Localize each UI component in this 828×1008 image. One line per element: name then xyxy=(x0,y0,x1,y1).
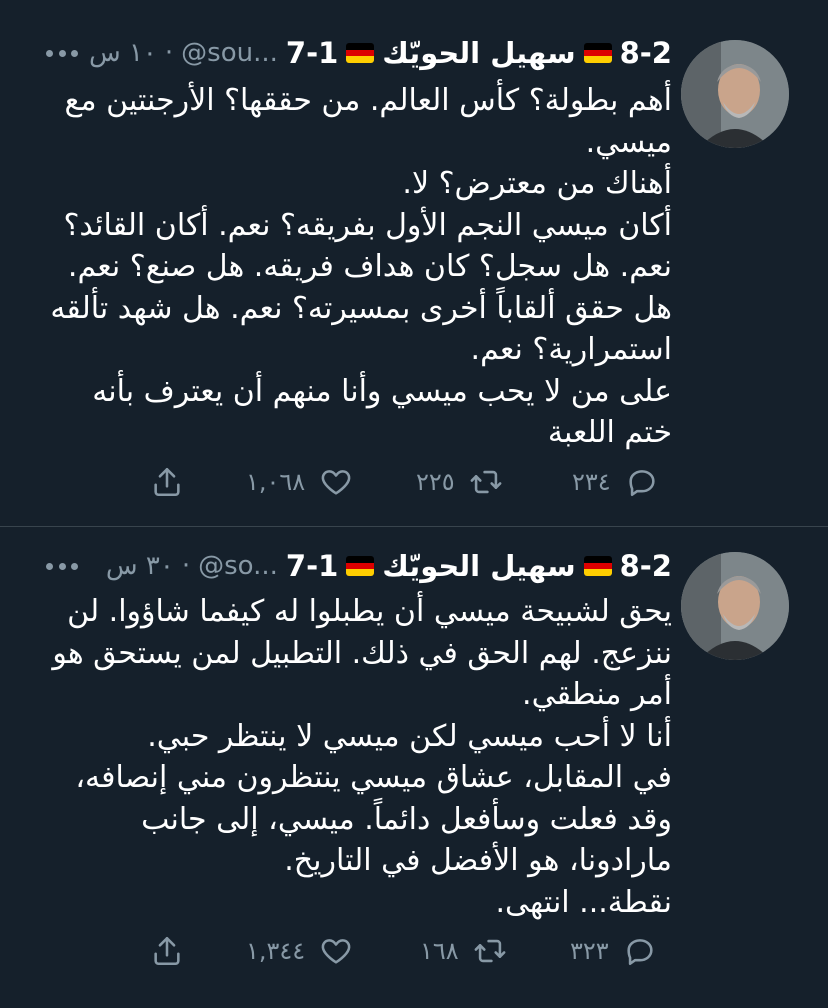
tweet-paragraph: يحق لشبيحة ميسي أن يطبلوا له كيفما شاؤوا… xyxy=(52,594,672,712)
germany-flag-icon xyxy=(346,43,375,63)
tweet-text: يحق لشبيحة ميسي أن يطبلوا له كيفما شاؤوا… xyxy=(42,591,672,923)
like-icon xyxy=(321,470,351,495)
timestamp[interactable]: ٣٠ س xyxy=(106,551,174,581)
reply-icon xyxy=(627,939,653,966)
tweet-actions: ١,٠٦٨ ٢٢٥ ٢٣٤ xyxy=(150,462,665,502)
tweet-paragraph: نقطة... انتهى. xyxy=(495,884,672,920)
reply-count: ٣٢٣ xyxy=(570,937,609,965)
tweet-paragraph: أنا لا أحب ميسي لكن ميسي لا ينتظر حبي. xyxy=(147,718,672,754)
retweet-icon xyxy=(470,470,502,494)
tweet-paragraph: على من لا يحب ميسي وأنا منهم أن يعترف بأ… xyxy=(92,373,672,451)
score-left: 8-2 xyxy=(619,36,672,70)
germany-flag-icon xyxy=(583,43,612,63)
reply-button[interactable]: ٣٢٣ xyxy=(570,931,657,971)
reply-icon xyxy=(629,470,655,497)
share-button[interactable] xyxy=(150,462,184,502)
retweet-icon xyxy=(474,939,506,963)
retweet-count: ١٦٨ xyxy=(420,937,459,965)
like-count: ١,٠٦٨ xyxy=(246,468,306,496)
reply-count: ٢٣٤ xyxy=(572,468,611,496)
separator-dot: · xyxy=(164,38,174,68)
like-count: ١,٣٤٤ xyxy=(246,937,306,965)
germany-flag-icon xyxy=(346,556,375,576)
like-icon xyxy=(321,939,351,964)
tweet-header: 8-2 سهيل الحويّك 7-1 @sou... · ١٠ س xyxy=(89,32,672,74)
reply-button[interactable]: ٢٣٤ xyxy=(572,462,659,502)
share-icon xyxy=(154,936,180,966)
share-button[interactable] xyxy=(150,931,184,971)
avatar-photo xyxy=(681,552,789,660)
author-name[interactable]: سهيل الحويّك xyxy=(382,549,575,583)
tweet-paragraph: أهم بطولة؟ كأس العالم. من حققها؟ الأرجنت… xyxy=(64,83,672,160)
like-button[interactable]: ١,٣٤٤ xyxy=(246,931,353,971)
tweet-text: أهم بطولة؟ كأس العالم. من حققها؟ الأرجنت… xyxy=(42,80,672,454)
avatar[interactable] xyxy=(681,552,789,660)
retweet-count: ٢٢٥ xyxy=(416,468,455,496)
germany-flag-icon xyxy=(583,556,612,576)
share-icon xyxy=(154,467,180,497)
author-name[interactable]: سهيل الحويّك xyxy=(382,36,575,70)
timestamp[interactable]: ١٠ س xyxy=(89,38,157,68)
retweet-button[interactable]: ١٦٨ xyxy=(420,931,507,971)
like-button[interactable]: ١,٠٦٨ xyxy=(246,462,353,502)
avatar[interactable] xyxy=(681,40,789,148)
tweet[interactable]: 8-2 سهيل الحويّك 7-1 @sou... · ١٠ س أهم … xyxy=(0,0,828,527)
tweet[interactable]: 8-2 سهيل الحويّك 7-1 @so... · ٣٠ س يحق ل… xyxy=(0,527,828,1007)
more-icon[interactable] xyxy=(46,48,78,58)
score-right: 7-1 xyxy=(285,549,339,583)
tweet-paragraph: في المقابل، عشاق ميسي ينتظرون مني إنصافه… xyxy=(75,760,672,878)
author-handle[interactable]: @sou... xyxy=(181,38,278,68)
score-left: 8-2 xyxy=(619,549,672,583)
tweet-paragraph: أكان ميسي النجم الأول بفريقه؟ نعم. أكان … xyxy=(50,207,672,368)
avatar-photo xyxy=(681,40,789,148)
tweet-actions: ١,٣٤٤ ١٦٨ ٣٢٣ xyxy=(150,931,665,971)
more-icon[interactable] xyxy=(46,561,78,571)
retweet-button[interactable]: ٢٢٥ xyxy=(416,462,503,502)
author-handle[interactable]: @so... xyxy=(198,551,278,581)
separator-dot: · xyxy=(181,551,191,581)
tweet-paragraph: أهناك من معترض؟ لا. xyxy=(402,166,672,201)
tweet-header: 8-2 سهيل الحويّك 7-1 @so... · ٣٠ س xyxy=(106,545,672,587)
score-right: 7-1 xyxy=(285,36,339,70)
